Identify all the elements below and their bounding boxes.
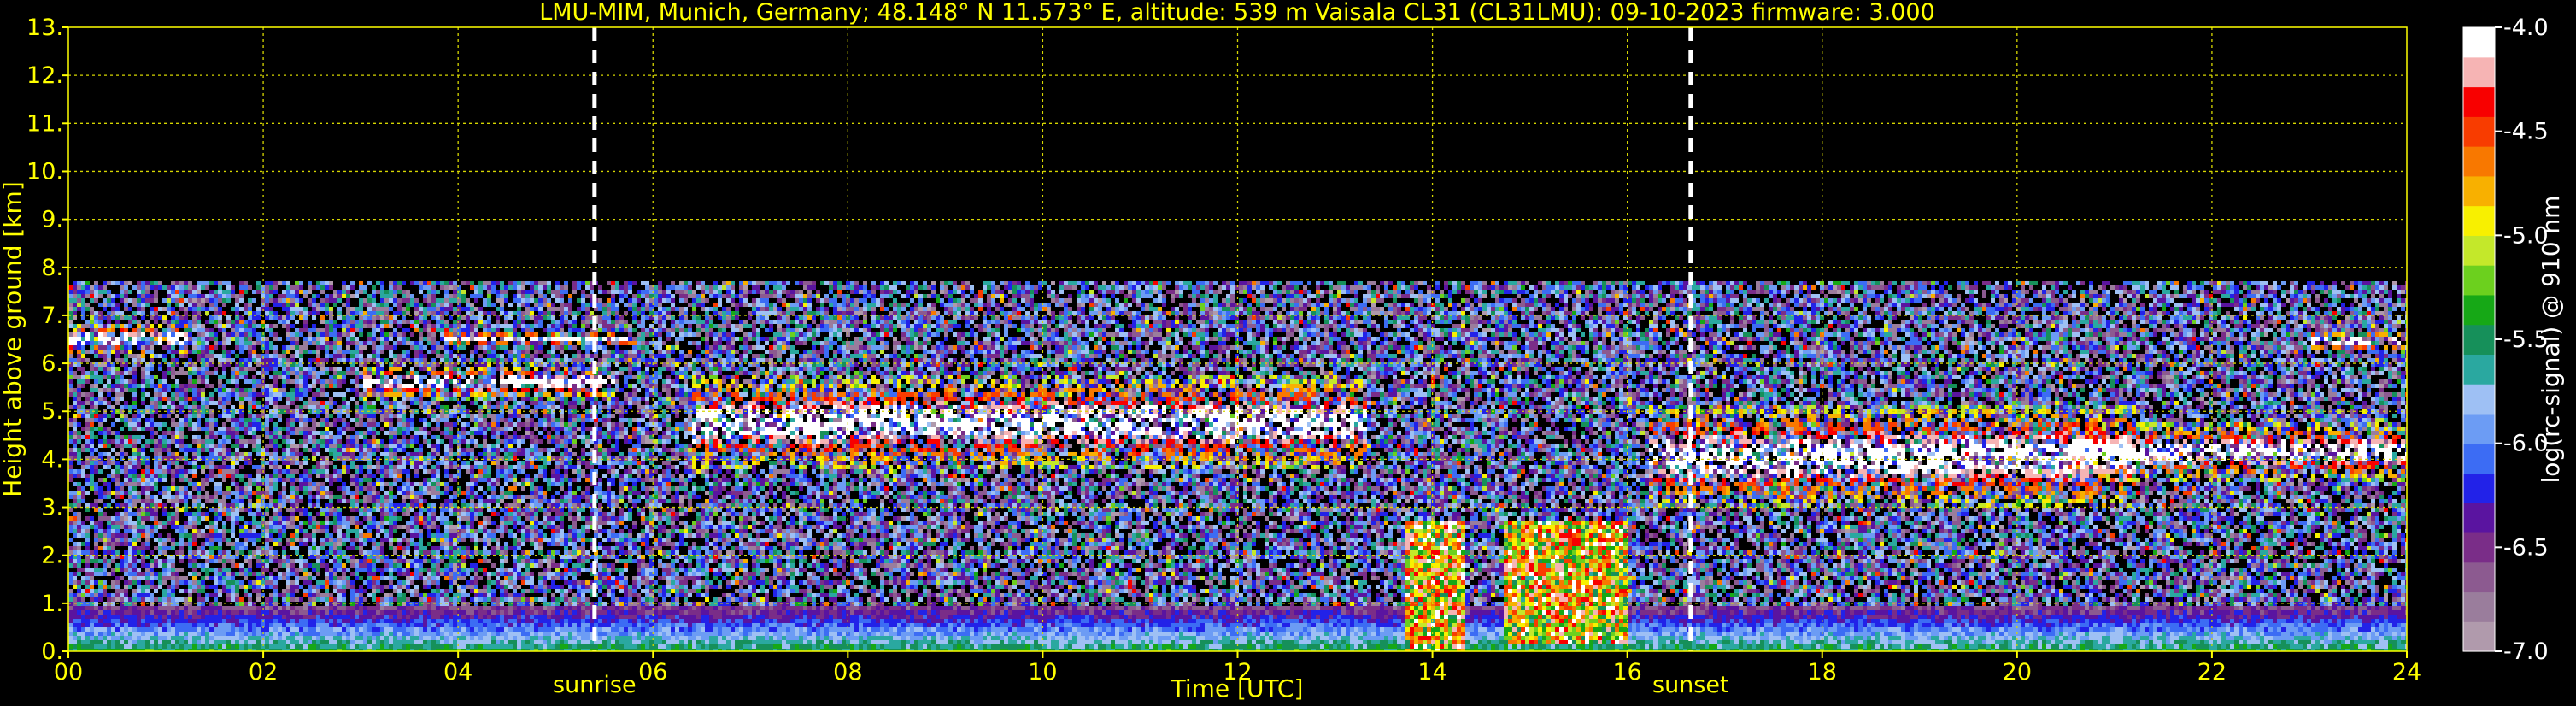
y-tick-label: 4. [41, 446, 63, 473]
y-tick-label: 13. [26, 15, 63, 41]
colorbar-tick-label: -4.5 [2503, 119, 2549, 145]
colorbar-segment [2463, 205, 2495, 236]
ceilometer-chart: LMU-MIM, Munich, Germany; 48.148° N 11.5… [0, 0, 2565, 703]
y-tick-label: 11. [26, 110, 63, 137]
x-tick-label: 16 [1612, 659, 1641, 685]
y-tick-label: 1. [41, 591, 63, 617]
x-tick-label: 14 [1417, 659, 1446, 685]
chart-title: LMU-MIM, Munich, Germany; 48.148° N 11.5… [539, 0, 1935, 26]
x-tick-label: 22 [2198, 659, 2227, 685]
colorbar-label: log(rc-signal) @ 910 nm [2537, 196, 2565, 484]
y-tick-label: 2. [41, 543, 63, 569]
colorbar-segment [2463, 532, 2495, 563]
y-tick-label: 12. [26, 62, 63, 89]
colorbar-segment [2463, 116, 2495, 147]
colorbar-segment [2463, 235, 2495, 266]
colorbar-tick-label: -7.0 [2503, 638, 2549, 665]
y-tick-label: 10. [26, 158, 63, 185]
x-tick-label: 10 [1028, 659, 1057, 685]
colorbar-segment [2463, 27, 2495, 58]
colorbar-segment [2463, 503, 2495, 533]
colorbar-segment [2463, 384, 2495, 415]
backscatter-heatmap [68, 281, 2407, 651]
colorbar-segment [2463, 413, 2495, 444]
colorbar-segment [2463, 621, 2495, 652]
colorbar-segment [2463, 56, 2495, 88]
colorbar-segment [2463, 473, 2495, 503]
x-tick-label: 02 [249, 659, 278, 685]
colorbar-segment [2463, 591, 2495, 622]
x-tick-label: 06 [638, 659, 667, 685]
y-tick-label: 8. [41, 255, 63, 281]
colorbar-segment [2463, 562, 2495, 593]
y-tick-label: 6. [41, 350, 63, 377]
sunrise-label: sunrise [553, 672, 637, 698]
x-tick-label: 20 [2003, 659, 2032, 685]
colorbar-tick-label: -4.0 [2503, 15, 2549, 41]
x-tick-label: 08 [833, 659, 862, 685]
y-axis-ticks: 0.1.2.3.4.5.6.7.8.9.10.11.12.13. [26, 15, 68, 665]
colorbar-segment [2463, 354, 2495, 385]
y-tick-label: 7. [41, 303, 63, 329]
colorbar-segment [2463, 146, 2495, 177]
sunset-label: sunset [1652, 672, 1729, 698]
y-tick-label: 5. [41, 398, 63, 425]
colorbar-tick-label: -6.5 [2503, 534, 2549, 561]
colorbar-segment [2463, 265, 2495, 296]
colorbar: -7.0-6.5-6.0-5.5-5.0-4.5-4.0 [2462, 15, 2549, 665]
colorbar-segment [2463, 86, 2495, 117]
y-tick-label: 3. [41, 495, 63, 521]
x-tick-label: 24 [2392, 659, 2421, 685]
y-axis-label: Height above ground [km] [0, 181, 26, 497]
colorbar-segment [2463, 175, 2495, 207]
colorbar-segment [2463, 294, 2495, 326]
colorbar-segment [2463, 324, 2495, 355]
colorbar-segment [2463, 443, 2495, 474]
y-tick-label: 9. [41, 207, 63, 233]
x-tick-label: 18 [1808, 659, 1837, 685]
x-tick-label: 04 [443, 659, 472, 685]
x-axis-label: Time [UTC] [1171, 674, 1304, 703]
x-tick-label: 00 [54, 659, 83, 685]
